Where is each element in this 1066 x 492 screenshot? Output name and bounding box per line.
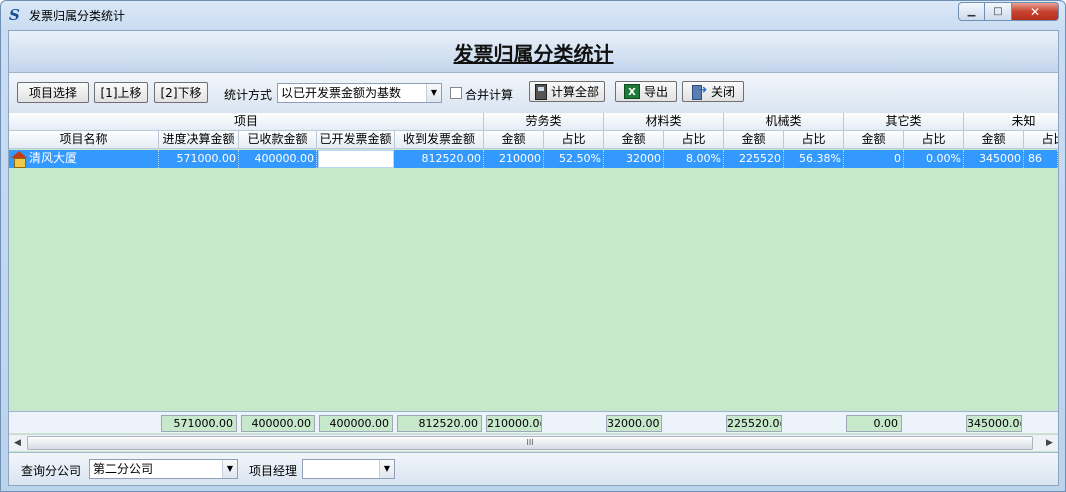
total-other: 0.00 (846, 415, 902, 432)
close-label: 关闭 (710, 85, 735, 99)
cell-labor-amount[interactable]: 210000 (484, 150, 544, 168)
group-header-material[interactable]: 材料类 (604, 113, 724, 131)
move-up-label: [1]上移 (100, 86, 142, 100)
col-header-other-pct[interactable]: 占比 (904, 131, 964, 149)
cell-received[interactable]: 400000.00 (239, 150, 317, 168)
col-header-material-amount[interactable]: 金额 (604, 131, 664, 149)
close-button[interactable]: 关闭 (682, 81, 744, 102)
page-title: 发票归属分类统计 (453, 42, 614, 66)
excel-icon: X (623, 84, 640, 99)
totals-row: 571000.00 400000.00 400000.00 812520.00 … (9, 411, 1058, 433)
column-header-row: 项目名称 进度决算金额 已收款金额 已开发票金额 收到发票金额 金额 占比 金额… (9, 131, 1058, 149)
cell-machine-amount[interactable]: 225520 (724, 150, 784, 168)
merge-calc-label: 合并计算 (465, 88, 514, 102)
scroll-right-icon[interactable]: ▶ (1041, 435, 1058, 451)
col-header-material-pct[interactable]: 占比 (664, 131, 724, 149)
minimize-button[interactable]: ▁ (958, 2, 985, 21)
total-progress: 571000.00 (161, 415, 237, 432)
total-invoice-received: 812520.00 (397, 415, 482, 432)
select-project-label: 项目选择 (28, 86, 77, 100)
manager-select[interactable]: ▼ (302, 459, 395, 479)
total-machine: 225520.0( (726, 415, 782, 432)
close-window-button[interactable]: ✕ (1012, 2, 1059, 21)
col-header-machine-pct[interactable]: 占比 (784, 131, 844, 149)
cell-progress[interactable]: 571000.00 (159, 150, 239, 168)
cell-invoiced-editor[interactable] (318, 150, 394, 168)
branch-label: 查询分公司 (21, 464, 82, 478)
col-header-progress[interactable]: 进度决算金额 (159, 131, 239, 149)
cell-other-pct[interactable]: 0.00% (904, 150, 964, 168)
title-bar[interactable]: S 发票归属分类统计 ▁ □ ✕ (1, 1, 1065, 29)
col-header-labor-pct[interactable]: 占比 (544, 131, 604, 149)
total-invoiced: 400000.00 (319, 415, 393, 432)
table-row[interactable]: 清风大厦 571000.00 400000.00 812520.00 21000… (9, 150, 1058, 168)
cell-machine-pct[interactable]: 56.38% (784, 150, 844, 168)
total-material: 32000.00 (606, 415, 662, 432)
group-header-other[interactable]: 其它类 (844, 113, 964, 131)
cell-invoice-received[interactable]: 812520.00 (395, 150, 484, 168)
banner: 发票归属分类统计 (9, 31, 1058, 73)
app-window: S 发票归属分类统计 ▁ □ ✕ 发票归属分类统计 项目选择 [1]上移 [2]… (0, 0, 1066, 492)
col-header-unknown-amount[interactable]: 金额 (964, 131, 1024, 149)
project-home-icon (11, 151, 27, 168)
chevron-down-icon[interactable]: ▼ (426, 84, 441, 102)
cell-material-amount[interactable]: 32000 (604, 150, 664, 168)
cell-labor-pct[interactable]: 52.50% (544, 150, 604, 168)
col-header-unknown-pct[interactable]: 占比 (1024, 131, 1058, 149)
app-logo-icon: S (9, 6, 20, 24)
client-area: 发票归属分类统计 项目选择 [1]上移 [2]下移 统计方式 以已开发票金额为基… (8, 30, 1059, 486)
chevron-down-icon[interactable]: ▼ (222, 460, 237, 478)
scroll-thumb[interactable]: III (27, 436, 1033, 450)
move-up-button[interactable]: [1]上移 (94, 82, 148, 103)
data-grid[interactable]: 项目 劳务类 材料类 机械类 其它类 未知 项目名称 进度决算金额 已收款金额 … (9, 113, 1058, 455)
group-header-machine[interactable]: 机械类 (724, 113, 844, 131)
group-header-unknown[interactable]: 未知 (964, 113, 1058, 131)
window-controls: ▁ □ ✕ (958, 2, 1059, 21)
calc-all-button[interactable]: 计算全部 (529, 81, 605, 102)
col-header-project-name[interactable]: 项目名称 (9, 131, 159, 149)
col-header-received[interactable]: 已收款金额 (239, 131, 317, 149)
col-header-labor-amount[interactable]: 金额 (484, 131, 544, 149)
stat-mode-value: 以已开发票金额为基数 (281, 86, 402, 100)
group-header-labor[interactable]: 劳务类 (484, 113, 604, 131)
cell-other-amount[interactable]: 0 (844, 150, 904, 168)
branch-select[interactable]: 第二分公司 ▼ (89, 459, 238, 479)
cell-material-pct[interactable]: 8.00% (664, 150, 724, 168)
cell-unknown-amount[interactable]: 345000 (964, 150, 1024, 168)
scroll-left-icon[interactable]: ◀ (9, 435, 26, 451)
chevron-down-icon[interactable]: ▼ (379, 460, 394, 478)
calculator-icon (534, 83, 547, 100)
cell-unknown-pct[interactable]: 86 (1024, 150, 1058, 168)
cell-project-name[interactable]: 清风大厦 (29, 150, 159, 168)
maximize-button[interactable]: □ (985, 2, 1012, 21)
col-header-invoice-received[interactable]: 收到发票金额 (395, 131, 484, 149)
total-unknown: 345000.0( (966, 415, 1022, 432)
total-received: 400000.00 (241, 415, 315, 432)
group-header-row: 项目 劳务类 材料类 机械类 其它类 未知 (9, 113, 1058, 131)
scroll-grip-icon: III (526, 438, 534, 447)
total-labor: 210000.0( (486, 415, 542, 432)
col-header-machine-amount[interactable]: 金额 (724, 131, 784, 149)
move-down-label: [2]下移 (160, 86, 202, 100)
move-down-button[interactable]: [2]下移 (154, 82, 208, 103)
export-label: 导出 (643, 85, 668, 99)
stat-mode-label: 统计方式 (224, 88, 273, 102)
select-project-button[interactable]: 项目选择 (17, 82, 89, 103)
window-title: 发票归属分类统计 (29, 9, 126, 23)
stat-mode-select[interactable]: 以已开发票金额为基数 ▼ (277, 83, 442, 103)
calc-all-label: 计算全部 (550, 85, 599, 99)
horizontal-scrollbar[interactable]: ◀ III ▶ (9, 434, 1058, 451)
export-button[interactable]: X 导出 (615, 81, 677, 102)
manager-label: 项目经理 (249, 464, 298, 478)
group-header-project[interactable]: 项目 (9, 113, 484, 131)
toolbar: 项目选择 [1]上移 [2]下移 统计方式 以已开发票金额为基数 ▼ 合并计算 … (9, 73, 1058, 113)
filter-bar: 查询分公司 第二分公司 ▼ 项目经理 ▼ (9, 452, 1058, 485)
exit-icon (691, 83, 707, 100)
merge-calc-checkbox[interactable] (450, 87, 462, 99)
branch-value: 第二分公司 (93, 462, 154, 476)
col-header-other-amount[interactable]: 金额 (844, 131, 904, 149)
col-header-invoiced[interactable]: 已开发票金额 (317, 131, 395, 149)
